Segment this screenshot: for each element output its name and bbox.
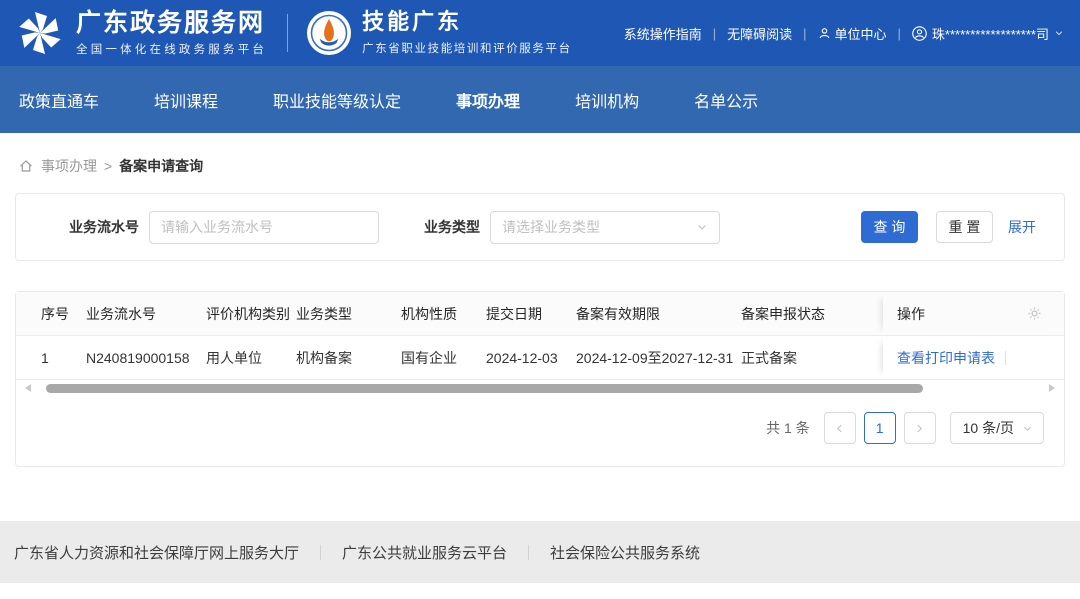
platform-logo-block[interactable]: 技能广东 广东省职业技能培训和评价服务平台 xyxy=(306,10,572,56)
platform-subtitle: 广东省职业技能培训和评价服务平台 xyxy=(362,40,572,56)
site-title: 广东政务服务网 xyxy=(76,9,267,38)
page-size-select[interactable]: 10 条/页 xyxy=(950,412,1044,444)
column-header: 业务流水号 xyxy=(86,304,206,324)
business-type-select[interactable]: 请选择业务类型 xyxy=(490,211,720,244)
platform-title: 技能广东 xyxy=(362,10,572,34)
chevron-down-icon xyxy=(1054,28,1064,38)
footer-link-social-insurance[interactable]: 社会保险公共服务系统 xyxy=(550,542,700,563)
prev-page-button[interactable] xyxy=(824,412,856,444)
business-type-label: 业务类型 xyxy=(424,217,480,237)
search-filter-panel: 业务流水号 业务类型 请选择业务类型 查 询 重 置 展开 xyxy=(15,193,1065,261)
breadcrumb-current: 备案申请查询 xyxy=(119,156,203,176)
header-link-separator: | xyxy=(713,26,716,41)
site-subtitle: 全国一体化在线政务服务平台 xyxy=(76,41,267,57)
breadcrumb: 事项办理 > 备案申请查询 xyxy=(18,156,1064,176)
pagination: 共 1 条 1 10 条/页 xyxy=(16,396,1064,466)
column-header: 评价机构类别 xyxy=(206,304,296,324)
home-icon[interactable] xyxy=(18,158,34,174)
column-header: 备案申报状态 xyxy=(741,304,883,324)
chevron-down-icon xyxy=(1022,423,1033,434)
unit-center-link[interactable]: 单位中心 xyxy=(818,24,887,43)
nav-item-publicity[interactable]: 名单公示 xyxy=(694,88,758,112)
reset-button[interactable]: 重 置 xyxy=(936,211,993,243)
gov-logo-block[interactable]: 广东政务服务网 全国一体化在线政务服务平台 xyxy=(16,9,267,58)
table-cell-org-category: 用人单位 xyxy=(206,348,296,368)
nav-item-skill-level[interactable]: 职业技能等级认定 xyxy=(273,88,401,112)
page-size-value: 10 条/页 xyxy=(963,418,1014,438)
action-divider xyxy=(1005,351,1006,365)
footer-divider xyxy=(320,545,321,560)
table-header-row: 序号 业务流水号 评价机构类别 业务类型 机构性质 提交日期 备案有效期限 备案… xyxy=(16,292,1064,336)
chevron-down-icon xyxy=(696,221,708,233)
pagination-total: 共 1 条 xyxy=(766,418,810,438)
search-button[interactable]: 查 询 xyxy=(861,211,918,243)
chevron-left-icon xyxy=(834,423,845,434)
table-cell-actions: 查看打印申请表 xyxy=(883,336,1064,379)
scroll-left-arrow-icon[interactable] xyxy=(25,384,31,392)
system-guide-link[interactable]: 系统操作指南 xyxy=(624,24,702,43)
breadcrumb-parent[interactable]: 事项办理 xyxy=(41,156,97,176)
table-cell-index: 1 xyxy=(16,350,86,366)
header-link-separator: | xyxy=(898,26,901,41)
horizontal-scrollbar[interactable] xyxy=(18,382,1062,396)
column-header: 序号 xyxy=(16,304,86,324)
pinwheel-logo-icon xyxy=(16,9,64,57)
view-print-application-link[interactable]: 查看打印申请表 xyxy=(897,348,995,368)
breadcrumb-separator: > xyxy=(104,158,112,174)
results-table-card: 序号 业务流水号 评价机构类别 业务类型 机构性质 提交日期 备案有效期限 备案… xyxy=(15,291,1065,467)
chevron-right-icon xyxy=(914,423,925,434)
table-row[interactable]: 1 N240819000158 用人单位 机构备案 国有企业 2024-12-0… xyxy=(16,336,1064,380)
table-cell-business-type: 机构备案 xyxy=(296,348,401,368)
business-type-placeholder: 请选择业务类型 xyxy=(502,217,600,237)
table-cell-status: 正式备案 xyxy=(741,348,883,368)
nav-item-matters[interactable]: 事项办理 xyxy=(456,88,520,112)
page-number-1[interactable]: 1 xyxy=(864,412,896,444)
scrollbar-thumb[interactable] xyxy=(46,384,923,393)
table-cell-org-nature: 国有企业 xyxy=(401,348,486,368)
serial-number-label: 业务流水号 xyxy=(69,217,139,237)
person-icon xyxy=(818,27,831,40)
expand-link[interactable]: 展开 xyxy=(1008,217,1036,237)
nav-item-courses[interactable]: 培训课程 xyxy=(154,88,218,112)
user-account-menu[interactable]: 珠******************司 xyxy=(912,24,1064,43)
nav-item-policy[interactable]: 政策直通车 xyxy=(19,88,99,112)
column-header: 提交日期 xyxy=(486,304,576,324)
table-cell-submit-date: 2024-12-03 xyxy=(486,350,576,366)
footer: 广东省人力资源和社会保障厅网上服务大厅 广东公共就业服务云平台 社会保险公共服务… xyxy=(0,521,1080,583)
table-cell-serial: N240819000158 xyxy=(86,350,206,366)
column-header: 备案有效期限 xyxy=(576,304,741,324)
footer-link-employment-cloud[interactable]: 广东公共就业服务云平台 xyxy=(342,542,507,563)
column-header: 业务类型 xyxy=(296,304,401,324)
column-header: 机构性质 xyxy=(401,304,486,324)
header-link-separator: | xyxy=(803,26,806,41)
serial-number-input[interactable] xyxy=(149,211,379,244)
main-nav: 政策直通车 培训课程 职业技能等级认定 事项办理 培训机构 名单公示 xyxy=(0,66,1080,133)
next-page-button[interactable] xyxy=(904,412,936,444)
footer-link-hr-hall[interactable]: 广东省人力资源和社会保障厅网上服务大厅 xyxy=(14,542,299,563)
scroll-right-arrow-icon[interactable] xyxy=(1049,384,1055,392)
column-settings-gear-icon[interactable] xyxy=(1027,306,1042,321)
skill-guangdong-badge-icon xyxy=(306,10,352,56)
user-avatar-icon xyxy=(912,26,927,41)
nav-item-institutions[interactable]: 培训机构 xyxy=(575,88,639,112)
table-cell-validity: 2024-12-09至2027-12-31 xyxy=(576,348,741,368)
user-name: 珠******************司 xyxy=(932,24,1049,43)
header-divider xyxy=(287,14,288,52)
footer-divider xyxy=(528,545,529,560)
top-header: 广东政务服务网 全国一体化在线政务服务平台 技能广东 广东省职业技能培训和评价服… xyxy=(0,0,1080,66)
accessibility-link[interactable]: 无障碍阅读 xyxy=(727,24,792,43)
column-header-actions: 操作 xyxy=(883,292,1064,335)
